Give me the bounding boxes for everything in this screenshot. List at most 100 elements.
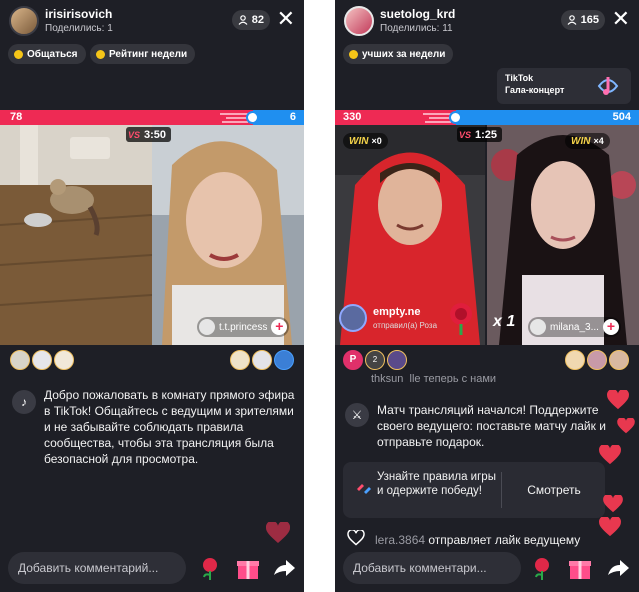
- battle-start-message: Матч трансляций начался! Поддержите свое…: [377, 403, 606, 449]
- win-label: WIN: [349, 135, 369, 147]
- guest-tag[interactable]: t.t.princess +: [197, 317, 290, 337]
- battle-timer-value: 1:25: [475, 128, 498, 141]
- pill-weekly-rating-label: Рейтинг недели: [109, 48, 188, 60]
- like-username[interactable]: lera.3864: [375, 533, 425, 547]
- gifter-avatar[interactable]: [252, 350, 272, 370]
- heart-icon: [607, 390, 629, 410]
- tiktok-logo-icon: ♪: [12, 390, 36, 414]
- gift-sender-text: отправил(а) Роза: [373, 321, 438, 330]
- gifter-avatar[interactable]: [54, 350, 74, 370]
- gift-combo-counter: x 1: [493, 313, 516, 330]
- gifter-avatar[interactable]: 2: [365, 350, 385, 370]
- host-name[interactable]: irisirisovich: [45, 7, 112, 21]
- score-left: 78: [10, 111, 23, 123]
- coin-icon: [349, 49, 358, 59]
- win-badge-right: WIN ×4: [565, 133, 610, 149]
- gift-icon[interactable]: [235, 555, 261, 581]
- score-right: 6: [289, 111, 296, 123]
- gifter-avatar[interactable]: [274, 350, 294, 370]
- pill-chat-label: Общаться: [27, 48, 78, 60]
- guest-tag-name: milana_3...: [550, 321, 599, 333]
- gifter-avatar[interactable]: P: [343, 350, 363, 370]
- host-video[interactable]: [0, 125, 152, 345]
- battle-rules-card[interactable]: Узнайте правила игры и одержите победу! …: [343, 462, 605, 518]
- guest-scene: [487, 125, 639, 345]
- score-right: 504: [612, 111, 631, 123]
- heart-icon: [603, 495, 623, 513]
- chat-partial-message: thksun_lle теперь с нами: [371, 373, 497, 383]
- comment-input[interactable]: Добавить комментари...: [343, 552, 521, 584]
- rose-icon[interactable]: [197, 555, 223, 581]
- battle-icon: ⚔: [345, 403, 369, 427]
- comment-input[interactable]: Добавить комментарий...: [8, 552, 186, 584]
- heart-icon: [599, 517, 621, 537]
- host-name[interactable]: suetolog_krd: [380, 7, 455, 21]
- guest-tag-avatar: [199, 319, 215, 335]
- rose-gift-icon: [450, 303, 472, 335]
- win-badge-left: WIN ×0: [343, 133, 388, 149]
- person-icon: [567, 15, 577, 25]
- vs-icon: VS: [459, 129, 472, 140]
- battle-timer: VS 3:50: [126, 127, 172, 142]
- vs-icon: VS: [128, 129, 141, 140]
- top-gifters-left: P 2: [343, 350, 407, 372]
- follow-plus-button[interactable]: +: [602, 319, 619, 335]
- share-icon[interactable]: [271, 555, 297, 581]
- like-heart-icon: [347, 530, 365, 546]
- share-icon[interactable]: [605, 555, 631, 581]
- close-icon[interactable]: ✕: [612, 6, 630, 32]
- gifter-avatar[interactable]: [609, 350, 629, 370]
- viewer-count[interactable]: 82: [231, 10, 270, 30]
- rules-watch-button[interactable]: Смотреть: [503, 462, 605, 518]
- host-avatar[interactable]: [9, 6, 39, 36]
- gala-concert-banner[interactable]: TikTok Гала-концерт: [497, 68, 631, 104]
- rose-icon[interactable]: [529, 555, 555, 581]
- close-icon[interactable]: ✕: [277, 6, 295, 32]
- pill-weekly-best[interactable]: учших за недели: [343, 44, 454, 64]
- heart-icon: [266, 522, 290, 543]
- pill-chat[interactable]: Общаться: [8, 44, 86, 64]
- host-avatar[interactable]: [344, 6, 374, 36]
- score-divider-knob: [246, 111, 259, 124]
- gift-icon[interactable]: [567, 555, 593, 581]
- gifter-avatar[interactable]: [10, 350, 30, 370]
- pill-weekly-best-label: учших за недели: [362, 48, 446, 60]
- viewer-count-value: 165: [580, 14, 599, 26]
- score-bar-red: [0, 110, 253, 125]
- battle-timer-value: 3:50: [144, 128, 167, 141]
- gifter-avatar[interactable]: [32, 350, 52, 370]
- battle-timer: VS 1:25: [457, 127, 503, 142]
- guest-tag[interactable]: milana_3... +: [528, 317, 621, 337]
- top-gifters-right: [230, 350, 294, 372]
- live-stream-screen-left: irisirisovich Поделились: 1 82 ✕ Общатьс…: [0, 0, 304, 592]
- room-scene: [0, 125, 152, 345]
- welcome-message: Добро пожаловать в комнату прямого эфира…: [44, 388, 295, 466]
- gala-logo-icon: [597, 77, 619, 95]
- gifter-avatar[interactable]: [587, 350, 607, 370]
- guest-video[interactable]: [152, 125, 304, 345]
- gift-sender-avatar[interactable]: [339, 304, 367, 332]
- score-divider-knob: [449, 111, 462, 124]
- like-text: отправляет лайк ведущему: [425, 533, 581, 547]
- viewer-count[interactable]: 165: [560, 10, 605, 30]
- like-message: lera.3864 отправляет лайк ведущему: [375, 532, 580, 548]
- heart-icon: [599, 445, 621, 465]
- top-gifters-right: [565, 350, 629, 372]
- rules-divider: [501, 472, 502, 508]
- pill-weekly-rating[interactable]: Рейтинг недели: [90, 44, 196, 64]
- heart-icon: [617, 418, 635, 434]
- gifter-avatar[interactable]: [230, 350, 250, 370]
- gifter-avatar[interactable]: [387, 350, 407, 370]
- rules-icon: [357, 484, 371, 494]
- guest-video[interactable]: [487, 125, 639, 345]
- coin-icon: [14, 49, 23, 59]
- host-shares: Поделились: 1: [45, 23, 113, 34]
- top-gifters-left: [10, 350, 74, 372]
- follow-plus-button[interactable]: +: [271, 319, 288, 335]
- score-bar-blue: [456, 110, 639, 125]
- person-icon: [238, 15, 248, 25]
- viewer-count-value: 82: [251, 14, 264, 26]
- score-left: 330: [343, 111, 362, 123]
- gifter-avatar[interactable]: [565, 350, 585, 370]
- live-stream-screen-right: suetolog_krd Поделились: 11 165 ✕ учших …: [335, 0, 639, 592]
